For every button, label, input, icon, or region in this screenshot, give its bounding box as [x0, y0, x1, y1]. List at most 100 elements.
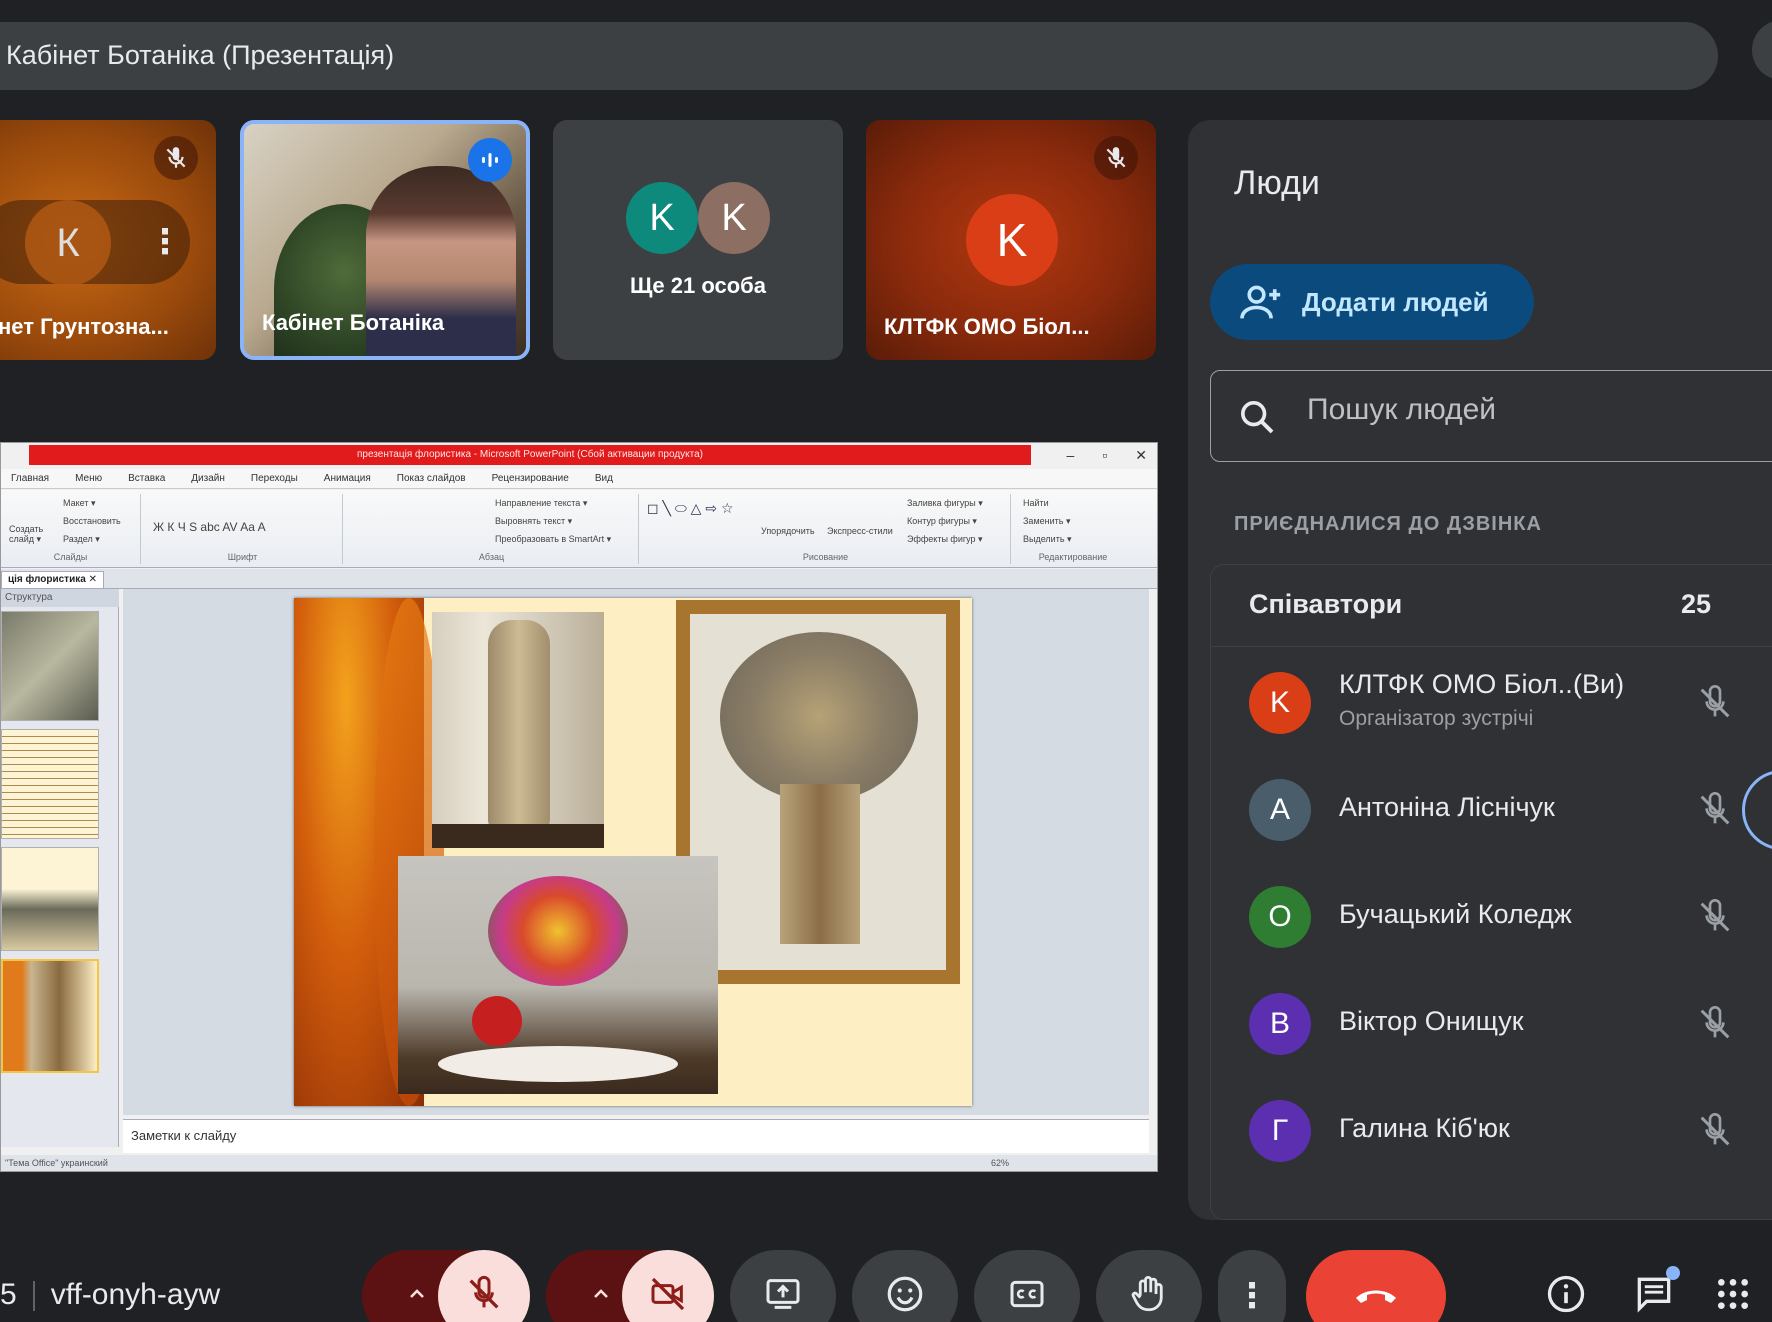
panel-title: Люди	[1234, 164, 1320, 202]
mic-off-icon	[154, 136, 198, 180]
avatar: K	[1249, 672, 1311, 734]
captions-icon	[1006, 1274, 1048, 1319]
meeting-title-bar: Кабінет Ботаніка (Презентація)	[0, 22, 1718, 90]
avatar: A	[1249, 779, 1311, 841]
present-screen-icon	[762, 1274, 804, 1319]
tab-slideshow[interactable]: Показ слайдов	[397, 473, 466, 484]
slide-thumbnail[interactable]	[1, 847, 99, 951]
section-label: ПРИЄДНАЛИСЯ ДО ДЗВІНКА	[1234, 513, 1542, 535]
apps-grid-icon	[1713, 1274, 1753, 1319]
add-people-button[interactable]: Додати людей	[1210, 264, 1534, 340]
participant-name: Галина Кіб'юк	[1339, 1113, 1510, 1143]
tab-transitions[interactable]: Переходы	[251, 473, 298, 484]
ribbon-group-paragraph: Направление текста ▾ Выровнять текст ▾ П…	[345, 494, 639, 564]
document-tabs: ція флористика ✕	[1, 569, 1157, 589]
participant-name: нет Грунтозна...	[0, 314, 169, 339]
minimize-icon[interactable]: –	[1067, 447, 1075, 463]
zoom-level[interactable]: 62%	[991, 1155, 1009, 1171]
group-name: Співавтори	[1249, 589, 1403, 619]
tab-review[interactable]: Рецензирование	[492, 473, 569, 484]
participant-video-tile[interactable]: Кабінет Ботаніка	[240, 120, 530, 360]
bottle-photo	[432, 612, 604, 848]
meeting-code: 5 vff-onyh-ayw	[0, 1278, 221, 1312]
mic-off-icon	[1695, 1004, 1735, 1049]
chevron-up-icon	[405, 1282, 429, 1311]
tab-insert[interactable]: Вставка	[128, 473, 165, 484]
raise-hand-button[interactable]	[1096, 1250, 1202, 1322]
chevron-up-icon	[589, 1282, 613, 1311]
more-participants-tile[interactable]: K K Ще 21 особа	[553, 120, 843, 360]
tab-animation[interactable]: Анимация	[324, 473, 371, 484]
slide-thumbnail[interactable]	[1, 729, 99, 839]
people-panel: Люди Додати людей ПРИЄДНАЛИСЯ ДО ДЗВІНКА…	[1188, 120, 1772, 1220]
slide-thumbnail[interactable]	[1, 611, 99, 721]
activities-button[interactable]	[1694, 1250, 1772, 1322]
participants-group: Співавтори 25 K КЛТФК ОМО Біол... Органі…	[1210, 564, 1772, 1220]
ribbon: Макет ▾ Восстановить Раздел ▾ Создать сл…	[1, 490, 1157, 568]
participant-role: Організатор зустрічі	[1339, 707, 1534, 730]
avatar: B	[1249, 993, 1311, 1055]
ribbon-group-font: Ж К Ч S abc AV Aa A Шрифт	[143, 494, 343, 564]
group-count: 25	[1681, 589, 1712, 619]
chat-icon	[1632, 1265, 1680, 1321]
ribbon-group-slides: Макет ▾ Восстановить Раздел ▾ Создать сл…	[1, 494, 141, 564]
participant-row[interactable]: A Антоніна Ліснічук	[1211, 756, 1772, 863]
slides-pane: Структура	[1, 589, 119, 1147]
ribbon-group-editing: Найти Заменить ▾ Выделить ▾ Редактирован…	[1023, 498, 1108, 562]
search-people-field[interactable]	[1210, 370, 1772, 462]
search-input[interactable]	[1307, 393, 1772, 427]
tab-view[interactable]: Вид	[595, 473, 613, 484]
avatar: K	[626, 182, 698, 254]
you-label: (Ви)	[1573, 669, 1625, 699]
document-tab[interactable]: ція флористика ✕	[1, 571, 104, 589]
avatar: O	[1249, 886, 1311, 948]
ribbon-group-drawing: ◻ ╲ ⬭ △ ⇨ ☆ Упорядочить Экспресс-стили З…	[641, 494, 1011, 564]
notification-dot	[1666, 1265, 1680, 1280]
close-icon[interactable]: ✕	[1135, 447, 1147, 464]
group-header[interactable]: Співавтори 25	[1211, 565, 1772, 647]
more-options-icon: ⋮	[1235, 1277, 1269, 1315]
participant-tile[interactable]: K КЛТФК ОМО Біол...	[866, 120, 1156, 360]
mic-off-icon	[1695, 790, 1735, 835]
tab-design[interactable]: Дизайн	[191, 473, 225, 484]
more-options-icon[interactable]: ⋮	[148, 222, 182, 262]
maximize-icon[interactable]: ▫	[1102, 447, 1107, 463]
more-participants-label: Ще 21 особа	[630, 273, 766, 298]
participant-name: Бучацький Коледж	[1339, 899, 1572, 929]
participant-row[interactable]: K КЛТФК ОМО Біол... Організатор зустрічі…	[1211, 649, 1772, 756]
meeting-details-button[interactable]	[1520, 1250, 1612, 1322]
shapes-gallery[interactable]: ◻ ╲ ⬭ △ ⇨ ☆	[647, 500, 734, 517]
info-icon	[1544, 1272, 1588, 1321]
slide-thumbnail-selected[interactable]	[1, 959, 99, 1073]
emoji-icon	[884, 1273, 926, 1320]
leave-call-button[interactable]	[1306, 1250, 1446, 1322]
participant-tile[interactable]: К ⋮ нет Грунтозна...	[0, 120, 216, 360]
meeting-title: Кабінет Ботаніка (Презентація)	[6, 40, 395, 70]
speaking-indicator-icon	[468, 138, 512, 182]
add-person-icon	[1240, 282, 1284, 329]
mic-off-icon	[1094, 136, 1138, 180]
avatar: K	[698, 182, 770, 254]
flowers-photo	[398, 856, 718, 1094]
emoji-reactions-button[interactable]	[852, 1250, 958, 1322]
more-options-button[interactable]: ⋮	[1218, 1250, 1286, 1322]
coin-tree-photo	[676, 600, 960, 984]
present-now-button[interactable]	[730, 1250, 836, 1322]
slide-notes[interactable]: Заметки к слайду	[123, 1119, 1149, 1153]
participant-row[interactable]: Г Галина Кіб'юк	[1211, 1077, 1772, 1184]
participant-name: Антоніна Ліснічук	[1339, 792, 1555, 822]
captions-button[interactable]	[974, 1250, 1080, 1322]
tile-hover-controls[interactable]: К ⋮	[0, 200, 190, 286]
tab-home[interactable]: Главная	[11, 473, 49, 484]
participant-row[interactable]: O Бучацький Коледж	[1211, 863, 1772, 970]
mic-off-icon	[1695, 897, 1735, 942]
participant-row[interactable]: B Віктор Онищук	[1211, 970, 1772, 1077]
top-right-button[interactable]	[1752, 20, 1772, 80]
window-controls: – ▫ ✕	[1067, 443, 1148, 467]
search-icon	[1237, 397, 1277, 442]
outline-tab[interactable]: Структура	[1, 589, 119, 607]
mic-off-icon	[464, 1274, 504, 1319]
participant-name: Кабінет Ботаніка	[262, 310, 445, 335]
tab-menu[interactable]: Меню	[75, 473, 102, 484]
chat-button[interactable]	[1608, 1250, 1700, 1322]
